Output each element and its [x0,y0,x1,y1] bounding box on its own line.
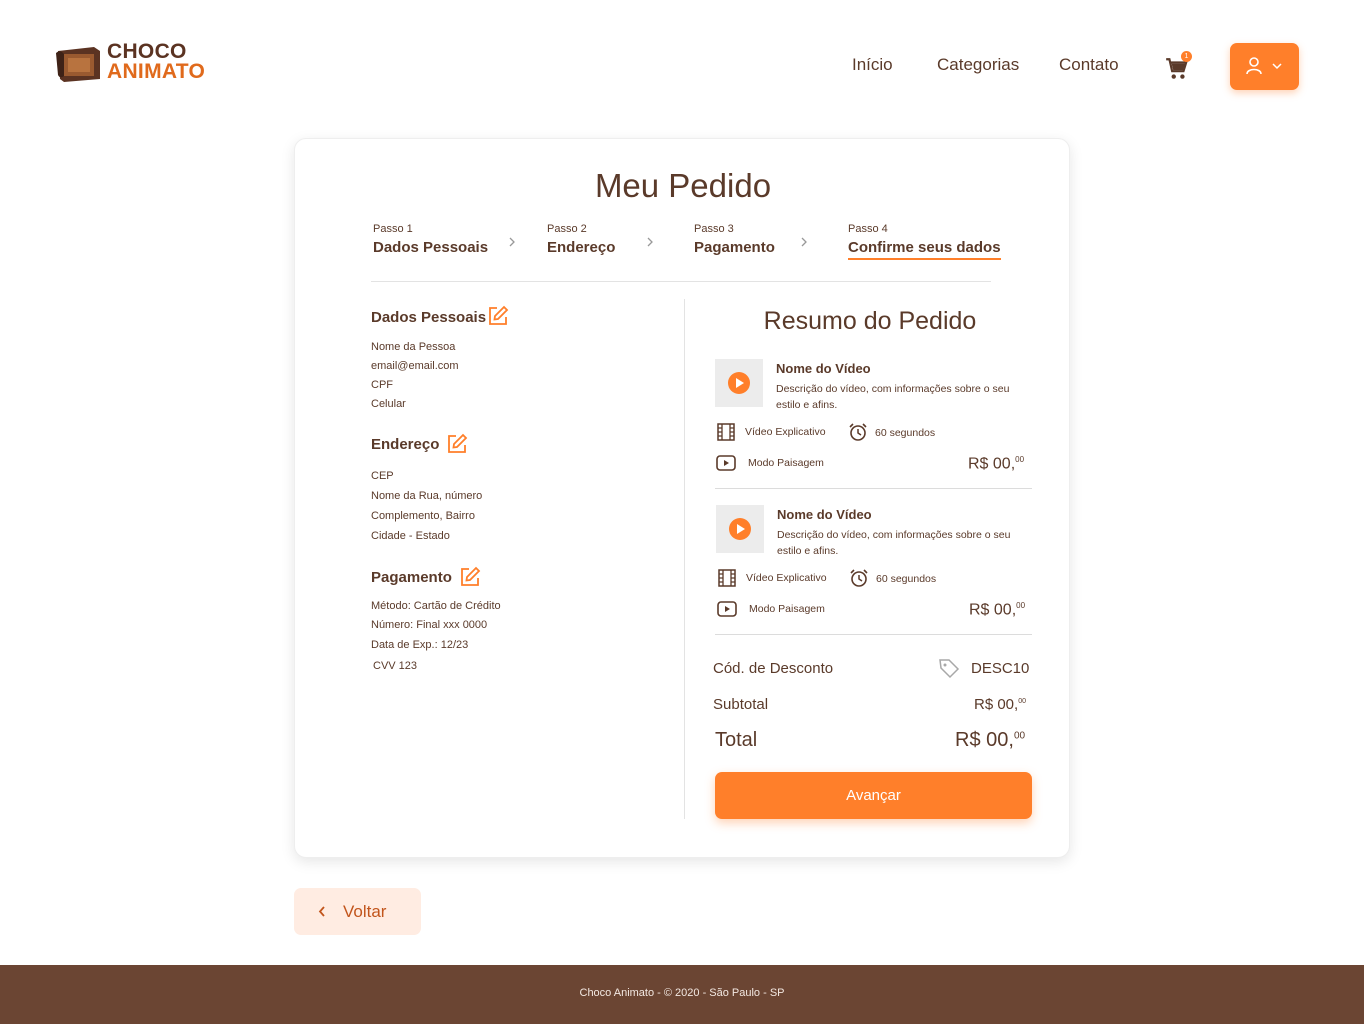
footer-text: Choco Animato - © 2020 - São Paulo - SP [579,987,785,999]
video-mode: Modo Paisagem [749,603,825,615]
info-line: Celular [371,398,406,410]
video-description: Descrição do vídeo, com informações sobr… [776,383,1010,411]
info-line: Cidade - Estado [371,530,450,542]
total-value: R$ 00,00 [955,729,1026,751]
video-name: Nome do Vídeo [776,361,871,376]
step-2[interactable]: Passo 2 Endereço [547,223,615,256]
user-menu-button[interactable] [1230,43,1299,90]
info-line: CPF [371,379,393,391]
youtube-icon [717,601,737,617]
video-name: Nome do Vídeo [777,507,872,522]
film-icon [717,423,735,441]
alarm-clock-icon [849,423,867,441]
chevron-right-icon [509,237,515,247]
discount-code: DESC10 [971,660,1030,677]
edit-icon[interactable] [487,305,509,327]
info-line: email@email.com [371,360,459,372]
total-label: Total [715,729,758,751]
video-type: Vídeo Explicativo [745,426,826,438]
chevron-right-icon [801,237,807,247]
video-duration: 60 segundos [875,427,936,439]
footer: Choco Animato - © 2020 - São Paulo - SP [0,965,1364,1024]
play-icon [729,518,751,540]
info-line: CVV 123 [373,660,418,672]
subtotal-label: Subtotal [713,696,769,713]
chevron-down-icon [1272,63,1282,70]
section-title-pagamento: Pagamento [371,569,452,586]
order-card: Meu Pedido Passo 1 Dados Pessoais Passo … [294,138,1070,858]
info-line: Complemento, Bairro [371,510,475,522]
user-icon [1246,57,1262,75]
nav-link-inicio[interactable]: Início [852,55,893,75]
youtube-icon [716,455,736,471]
video-mode: Modo Paisagem [748,457,824,469]
chocolate-logo-icon [56,47,100,82]
chevron-right-icon [647,237,653,247]
nav-link-contato[interactable]: Contato [1059,55,1119,75]
cart-count-badge: 1 [1181,51,1192,62]
film-icon [718,569,736,587]
advance-button[interactable]: Avançar [715,772,1032,819]
tag-icon[interactable] [938,657,960,679]
brand-logo[interactable]: CHOCO ANIMATO [54,40,224,86]
video-thumbnail[interactable] [715,359,763,407]
discount-label: Cód. de Desconto [713,660,834,677]
summary-title: Resumo do Pedido [763,307,977,335]
info-line: Número: Final xxx 0000 [371,619,488,631]
item-divider [715,634,1032,635]
section-title-endereco: Endereço [371,436,440,453]
video-thumbnail[interactable] [716,505,764,553]
subtotal-value: R$ 00,00 [974,696,1026,713]
alarm-clock-icon [850,569,868,587]
back-button[interactable]: Voltar [294,888,421,935]
info-line: Método: Cartão de Crédito [371,600,501,612]
edit-icon[interactable] [459,566,481,588]
page-title: Meu Pedido [594,167,772,204]
play-icon [728,372,750,394]
column-divider [684,299,685,819]
video-duration: 60 segundos [876,573,937,585]
info-line: Nome da Pessoa [371,341,456,353]
step-4-active[interactable]: Passo 4 Confirme seus dados [848,223,1001,260]
item-divider [715,488,1032,489]
edit-icon[interactable] [446,433,468,455]
steps-divider [371,281,991,282]
info-line: Data de Exp.: 12/23 [371,639,469,651]
nav-link-categorias[interactable]: Categorias [937,55,1019,75]
video-price: R$ 00,00 [968,455,1025,473]
info-line: Nome da Rua, número [371,490,483,502]
info-line: CEP [371,470,394,482]
video-price: R$ 00,00 [969,601,1026,619]
brand-name: CHOCO ANIMATO [107,40,206,83]
step-1[interactable]: Passo 1 Dados Pessoais [373,223,488,256]
video-description: Descrição do vídeo, com informações sobr… [777,529,1011,557]
chevron-left-icon [318,906,325,917]
step-3[interactable]: Passo 3 Pagamento [694,223,775,256]
back-button-label: Voltar [343,902,387,921]
section-title-dados: Dados Pessoais [371,309,487,326]
video-type: Vídeo Explicativo [746,572,827,584]
